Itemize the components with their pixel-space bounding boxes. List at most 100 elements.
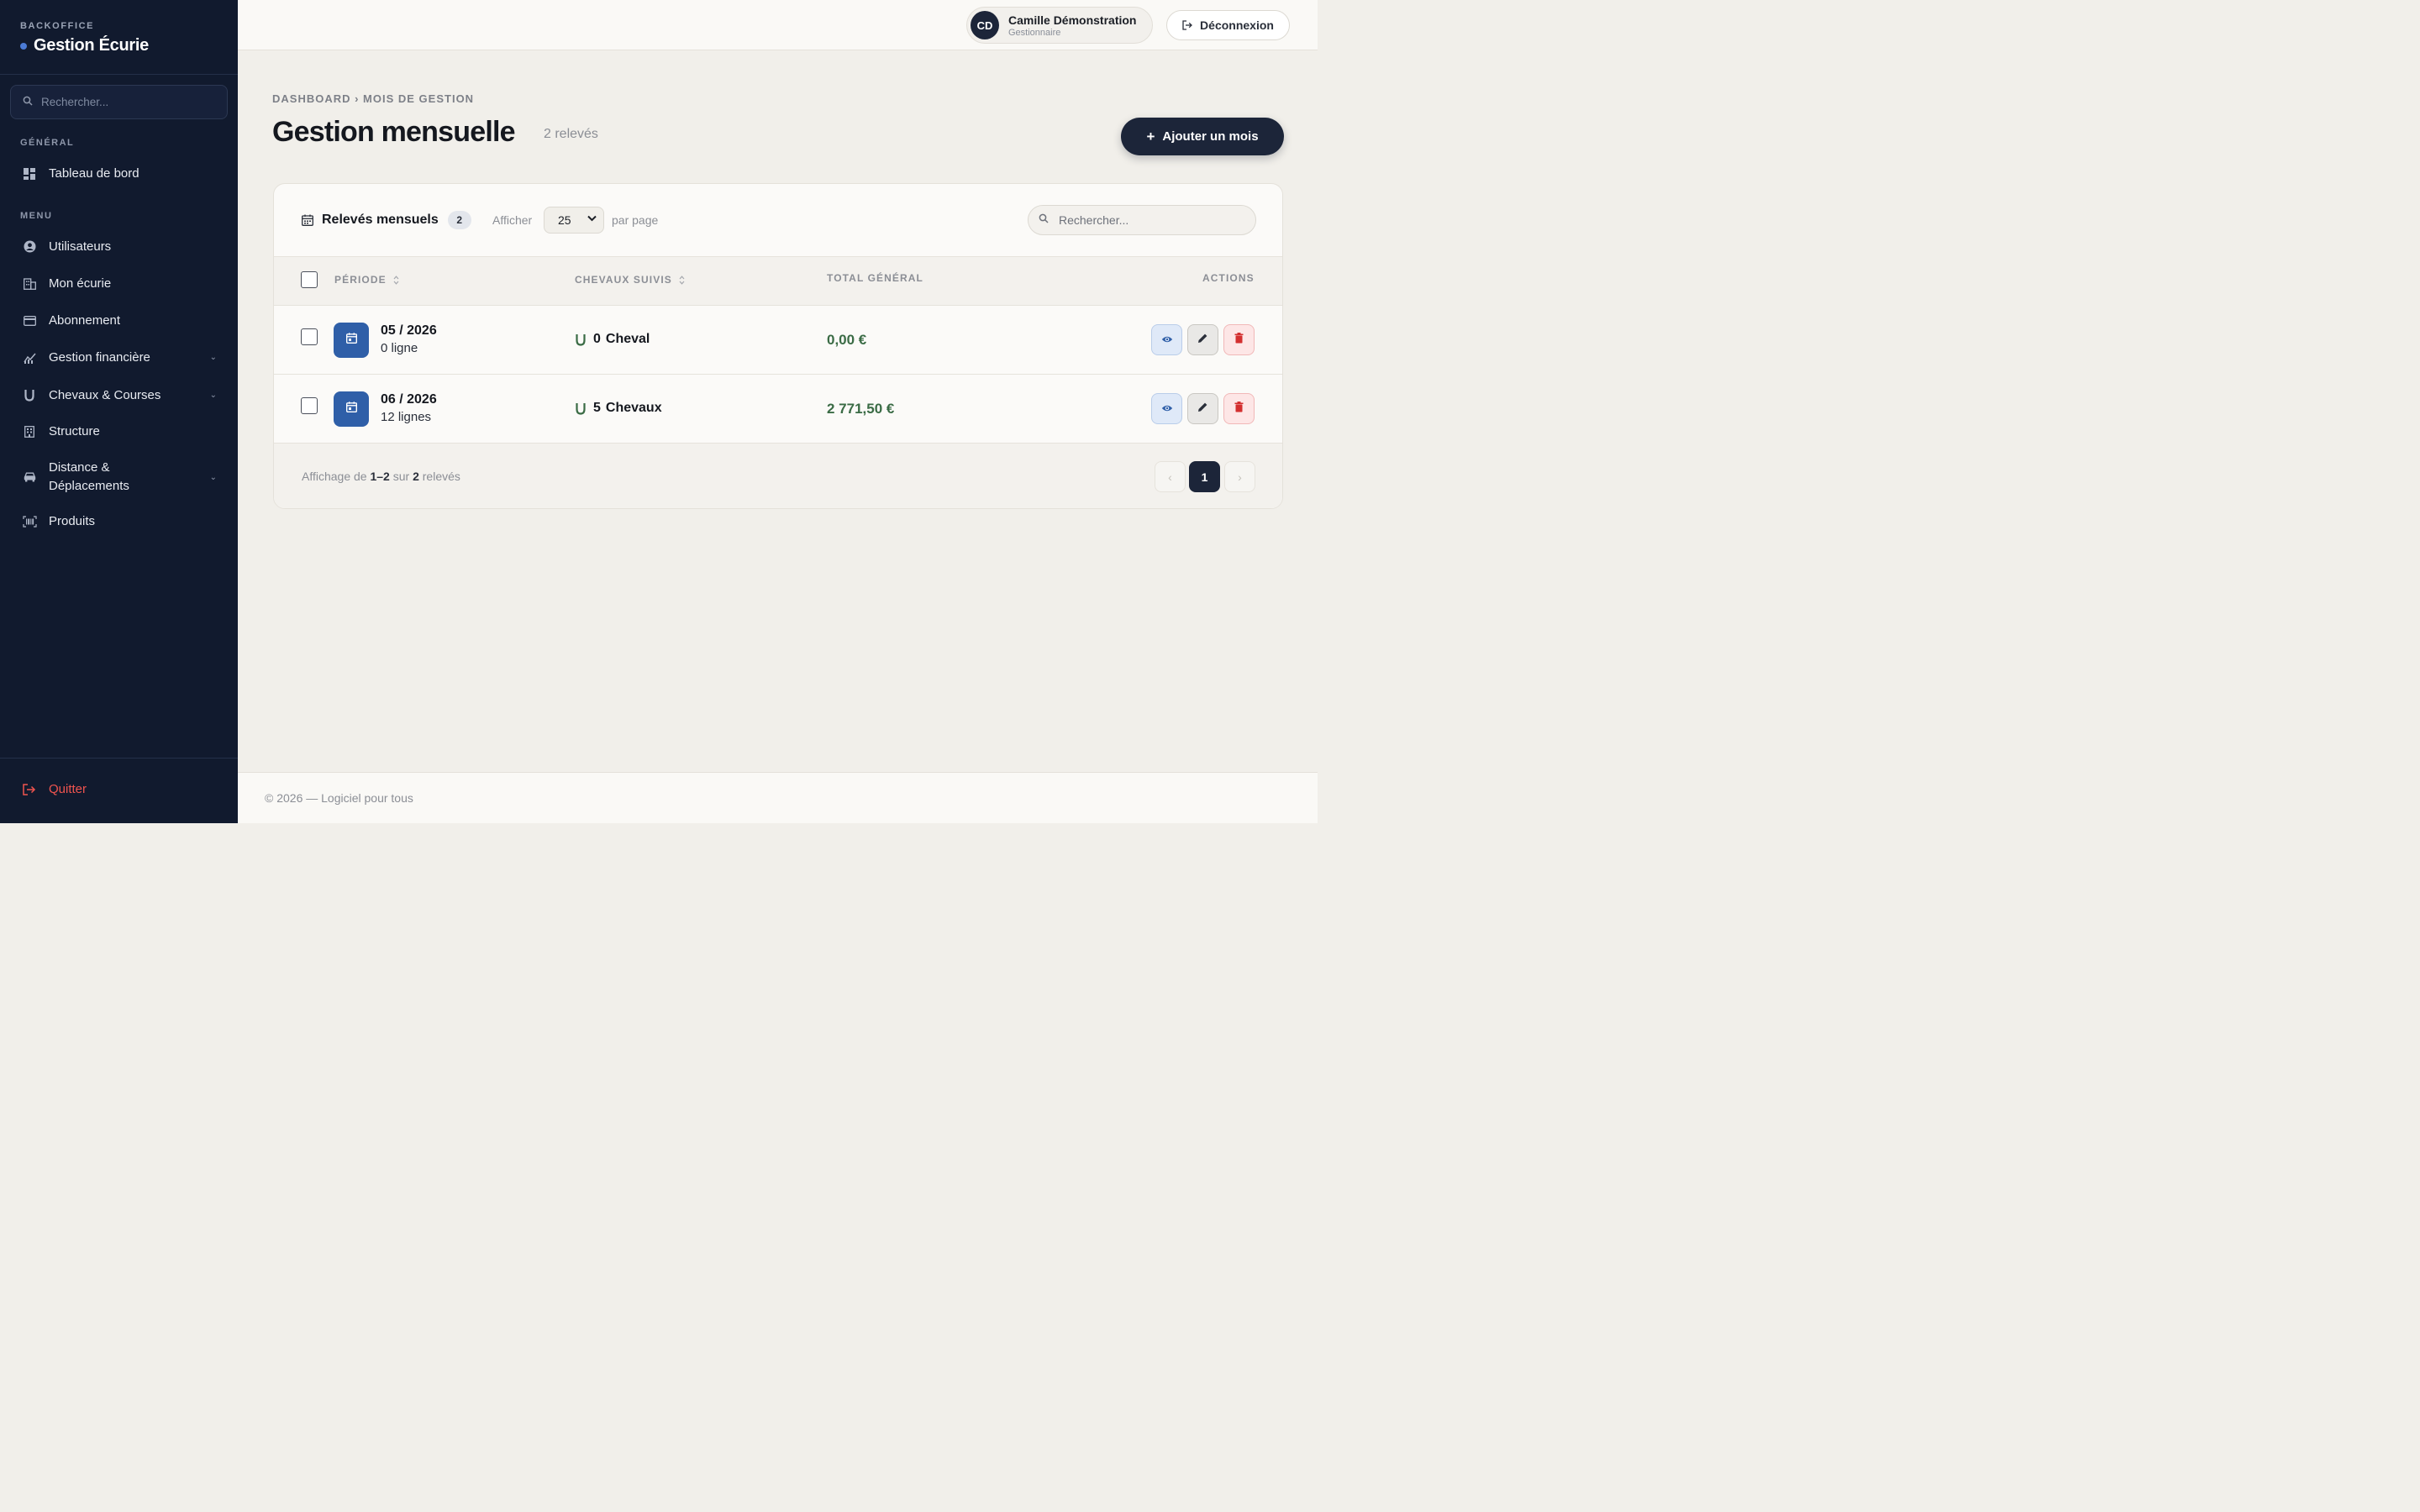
page-footer: © 2026 — Logiciel pour tous bbox=[238, 772, 1318, 823]
delete-button[interactable] bbox=[1223, 324, 1255, 355]
row-checkbox[interactable] bbox=[301, 328, 318, 345]
brand-title[interactable]: Gestion Écurie bbox=[20, 36, 218, 55]
building-icon bbox=[20, 277, 39, 290]
brand: BACKOFFICE Gestion Écurie bbox=[0, 0, 238, 75]
column-header-total: TOTAL GÉNÉRAL bbox=[827, 272, 923, 284]
add-month-button[interactable]: + Ajouter un mois bbox=[1121, 118, 1284, 155]
barcode-icon bbox=[20, 515, 39, 528]
column-header-horses-label: CHEVAUX SUIVIS bbox=[575, 274, 672, 286]
user-name: Camille Démonstration bbox=[1008, 13, 1137, 27]
sidebar-item-label: Abonnement bbox=[49, 313, 121, 328]
calendar-icon bbox=[302, 214, 313, 226]
sidebar-item-label: Utilisateurs bbox=[49, 239, 112, 254]
quit-button[interactable]: Quitter bbox=[20, 782, 87, 796]
trash-icon bbox=[1234, 332, 1244, 348]
delete-button[interactable] bbox=[1223, 393, 1255, 424]
logout-label: Déconnexion bbox=[1200, 18, 1274, 32]
calendar-badge bbox=[334, 323, 369, 358]
sidebar-item-label: Gestion financière bbox=[49, 350, 150, 365]
column-header-actions: ACTIONS bbox=[1202, 272, 1255, 284]
table-search-input[interactable] bbox=[1059, 213, 1244, 227]
prev-page-button[interactable]: ‹ bbox=[1155, 461, 1186, 492]
user-chip[interactable]: CD Camille Démonstration Gestionnaire bbox=[966, 7, 1153, 44]
logout-button[interactable]: Déconnexion bbox=[1166, 10, 1290, 40]
logout-icon bbox=[20, 783, 39, 795]
sidebar-item-distance[interactable]: Distance & Déplacements ⌄ bbox=[20, 459, 222, 495]
sidebar-search-input[interactable] bbox=[41, 96, 209, 108]
total-amount: 2 771,50 € bbox=[827, 401, 895, 417]
horseshoe-icon bbox=[20, 389, 39, 402]
breadcrumb: DASHBOARD › MOIS DE GESTION bbox=[272, 92, 475, 105]
chevron-down-icon: ⌄ bbox=[209, 391, 217, 400]
chevron-down-icon: ⌄ bbox=[209, 353, 217, 362]
next-page-button[interactable]: › bbox=[1224, 461, 1255, 492]
eye-icon bbox=[1161, 402, 1173, 417]
user-circle-icon bbox=[20, 240, 39, 253]
pagination-mid: sur bbox=[392, 470, 410, 483]
period-label[interactable]: 06 / 2026 bbox=[381, 392, 437, 407]
edit-button[interactable] bbox=[1187, 324, 1218, 355]
per-page-value: 25 bbox=[558, 213, 571, 227]
table-row: 06 / 2026 12 lignes 5 Chevaux 2 771,50 € bbox=[274, 375, 1282, 444]
calendar-badge bbox=[334, 391, 369, 427]
card-title: Relevés mensuels 2 bbox=[302, 211, 471, 229]
sidebar-item-users[interactable]: Utilisateurs bbox=[20, 239, 222, 254]
section-label-menu: MENU bbox=[20, 211, 53, 221]
page-title: Gestion mensuelle bbox=[272, 116, 516, 148]
user-meta: Camille Démonstration Gestionnaire bbox=[1008, 13, 1136, 38]
chevron-down-icon: ⌄ bbox=[209, 472, 217, 482]
quit-label: Quitter bbox=[49, 782, 87, 796]
table-search[interactable] bbox=[1028, 205, 1256, 235]
pagination-suffix: relevés bbox=[422, 470, 460, 483]
chevron-down-icon bbox=[587, 214, 597, 224]
horses-number: 5 bbox=[593, 401, 601, 415]
structure-icon bbox=[20, 425, 39, 438]
eye-icon bbox=[1161, 333, 1173, 348]
user-role: Gestionnaire bbox=[1008, 27, 1061, 38]
sidebar-item-subscription[interactable]: Abonnement bbox=[20, 313, 222, 328]
sidebar-search[interactable] bbox=[10, 85, 228, 119]
brand-dot-icon bbox=[20, 42, 27, 50]
row-checkbox[interactable] bbox=[301, 397, 318, 414]
column-header-period-label: PÉRIODE bbox=[334, 274, 387, 286]
total-amount: 0,00 € bbox=[827, 332, 867, 348]
horses-count: 0 Cheval bbox=[575, 332, 650, 347]
sidebar-item-label: Structure bbox=[49, 424, 100, 438]
horses-word: Chevaux bbox=[605, 401, 662, 415]
search-icon bbox=[1039, 213, 1049, 228]
sidebar-item-label: Mon écurie bbox=[49, 276, 112, 291]
column-header-horses[interactable]: CHEVAUX SUIVIS bbox=[575, 274, 685, 286]
column-header-period[interactable]: PÉRIODE bbox=[334, 274, 399, 286]
section-label-general: GÉNÉRAL bbox=[20, 138, 75, 148]
footer-text: © 2026 — Logiciel pour tous bbox=[265, 791, 413, 805]
card-header: Relevés mensuels 2 Afficher 25 par page bbox=[274, 184, 1282, 257]
sidebar-item-finance[interactable]: Gestion financière ⌄ bbox=[20, 350, 222, 365]
period-label[interactable]: 05 / 2026 bbox=[381, 323, 437, 339]
view-button[interactable] bbox=[1151, 324, 1182, 355]
credit-card-icon bbox=[20, 315, 39, 326]
select-all-checkbox[interactable] bbox=[301, 271, 318, 288]
sidebar-item-label: Chevaux & Courses bbox=[49, 388, 161, 402]
pagination-range: 1–2 bbox=[370, 470, 390, 483]
finance-icon bbox=[20, 352, 39, 364]
per-page-select[interactable]: 25 bbox=[544, 207, 604, 234]
dashboard-icon bbox=[20, 167, 39, 180]
sidebar-item-products[interactable]: Produits bbox=[20, 514, 222, 528]
plus-icon: + bbox=[1146, 128, 1155, 144]
view-button[interactable] bbox=[1151, 393, 1182, 424]
sidebar-item-label: Produits bbox=[49, 514, 96, 528]
sidebar-item-structure[interactable]: Structure bbox=[20, 424, 222, 438]
sidebar-footer: Quitter bbox=[0, 758, 238, 823]
sidebar-item-horses[interactable]: Chevaux & Courses ⌄ bbox=[20, 388, 222, 402]
horseshoe-icon bbox=[575, 333, 587, 346]
avatar: CD bbox=[971, 11, 999, 39]
edit-button[interactable] bbox=[1187, 393, 1218, 424]
calendar-icon bbox=[345, 402, 357, 417]
sidebar-item-dashboard[interactable]: Tableau de bord bbox=[20, 166, 222, 181]
sidebar-item-stable[interactable]: Mon écurie bbox=[20, 276, 222, 291]
sort-icon bbox=[393, 275, 399, 285]
sidebar-item-label: Distance & Déplacements bbox=[49, 460, 129, 493]
trash-icon bbox=[1234, 401, 1244, 417]
calendar-icon bbox=[345, 333, 357, 348]
page-button-current[interactable]: 1 bbox=[1189, 461, 1220, 492]
